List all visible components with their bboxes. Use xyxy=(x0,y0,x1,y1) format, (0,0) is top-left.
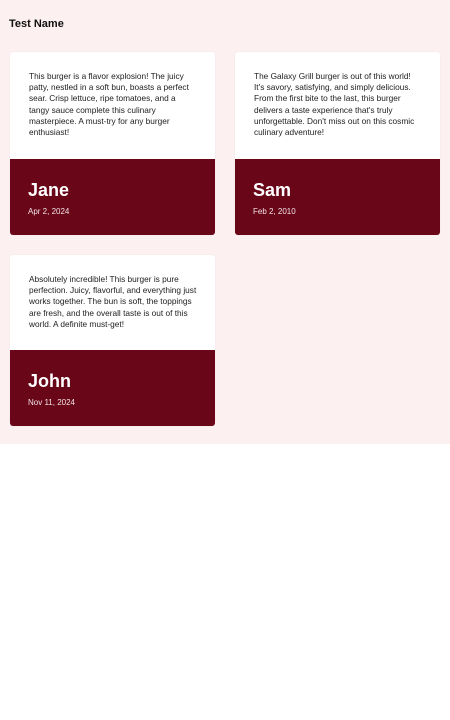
review-footer: Sam Feb 2, 2010 xyxy=(235,159,440,235)
section-title: Test Name xyxy=(9,18,64,30)
review-card: Absolutely incredible! This burger is pu… xyxy=(10,255,215,426)
review-footer: Jane Apr 2, 2024 xyxy=(10,159,215,235)
review-card: The Galaxy Grill burger is out of this w… xyxy=(235,52,440,235)
reviewer-name: John xyxy=(28,371,71,391)
reviews-section: Test Name This burger is a flavor explos… xyxy=(0,0,450,444)
review-text: This burger is a flavor explosion! The j… xyxy=(29,71,189,138)
review-footer: John Nov 11, 2024 xyxy=(10,350,215,426)
review-text: Absolutely incredible! This burger is pu… xyxy=(29,274,197,329)
review-date: Nov 11, 2024 xyxy=(28,398,75,407)
review-text: The Galaxy Grill burger is out of this w… xyxy=(254,71,415,138)
review-card: This burger is a flavor explosion! The j… xyxy=(10,52,215,235)
review-date: Feb 2, 2010 xyxy=(253,207,296,216)
review-date: Apr 2, 2024 xyxy=(28,207,70,216)
reviewer-name: Jane xyxy=(28,180,70,200)
reviewer-name: Sam xyxy=(253,180,292,200)
